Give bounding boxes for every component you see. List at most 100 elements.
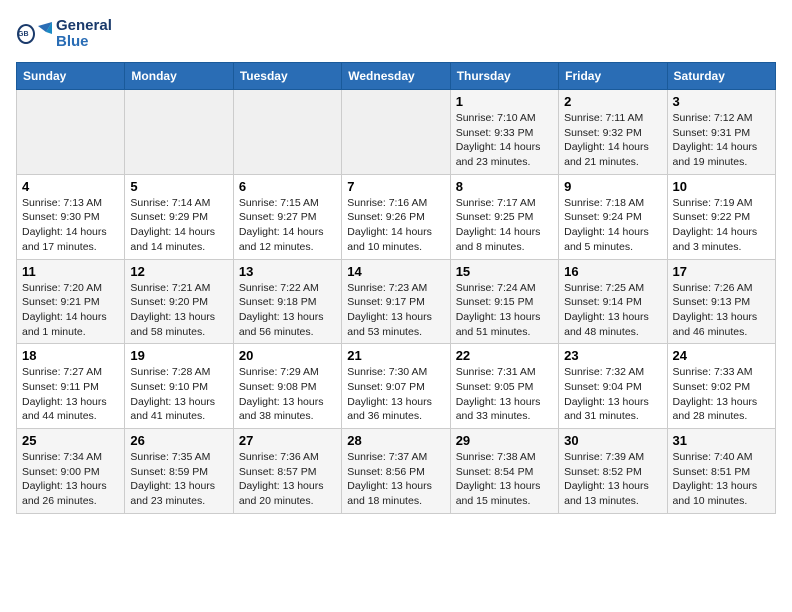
calendar-day-cell: 21 Sunrise: 7:30 AM Sunset: 9:07 PM Dayli… [342, 344, 450, 429]
calendar-day-cell: 7 Sunrise: 7:16 AM Sunset: 9:26 PM Daylig… [342, 174, 450, 259]
calendar-day-cell: 10 Sunrise: 7:19 AM Sunset: 9:22 PM Dayli… [667, 174, 775, 259]
day-info: Sunrise: 7:20 AM Sunset: 9:21 PM Dayligh… [22, 281, 119, 340]
day-info: Sunrise: 7:34 AM Sunset: 9:00 PM Dayligh… [22, 450, 119, 509]
day-number: 4 [22, 179, 119, 194]
calendar-day-cell: 5Sunrise: 7:14 AM Sunset: 9:29 PM Daylig… [125, 174, 233, 259]
day-info: Sunrise: 7:25 AM Sunset: 9:14 PM Dayligh… [564, 281, 661, 340]
calendar-day-cell: 25 Sunrise: 7:34 AM Sunset: 9:00 PM Dayli… [17, 429, 125, 514]
day-number: 23 [564, 348, 661, 363]
day-number: 11 [22, 264, 119, 279]
calendar-day-cell: 4 Sunrise: 7:13 AM Sunset: 9:30 PM Daylig… [17, 174, 125, 259]
day-number: 27 [239, 433, 336, 448]
day-number: 7 [347, 179, 444, 194]
day-info: Sunrise: 7:13 AM Sunset: 9:30 PM Dayligh… [22, 196, 119, 255]
calendar-day-cell: 31 Sunrise: 7:40 AM Sunset: 8:51 PM Dayli… [667, 429, 775, 514]
day-number: 28 [347, 433, 444, 448]
day-info: Sunrise: 7:39 AM Sunset: 8:52 PM Dayligh… [564, 450, 661, 509]
day-info: Sunrise: 7:16 AM Sunset: 9:26 PM Dayligh… [347, 196, 444, 255]
calendar-week-row: 1Sunrise: 7:10 AM Sunset: 9:33 PM Daylig… [17, 90, 776, 175]
calendar-day-cell [233, 90, 341, 175]
calendar-day-cell: 1Sunrise: 7:10 AM Sunset: 9:33 PM Daylig… [450, 90, 558, 175]
day-info: Sunrise: 7:19 AM Sunset: 9:22 PM Dayligh… [673, 196, 770, 255]
day-info: Sunrise: 7:40 AM Sunset: 8:51 PM Dayligh… [673, 450, 770, 509]
day-info: Sunrise: 7:28 AM Sunset: 9:10 PM Dayligh… [130, 365, 227, 424]
day-number: 3 [673, 94, 770, 109]
day-info: Sunrise: 7:12 AM Sunset: 9:31 PM Dayligh… [673, 111, 770, 170]
day-number: 29 [456, 433, 553, 448]
page-header: GB General Blue [16, 16, 776, 52]
weekday-header-sunday: Sunday [17, 63, 125, 90]
day-info: Sunrise: 7:35 AM Sunset: 8:59 PM Dayligh… [130, 450, 227, 509]
day-number: 18 [22, 348, 119, 363]
calendar-day-cell: 14 Sunrise: 7:23 AM Sunset: 9:17 PM Dayli… [342, 259, 450, 344]
day-number: 15 [456, 264, 553, 279]
calendar-day-cell: 6Sunrise: 7:15 AM Sunset: 9:27 PM Daylig… [233, 174, 341, 259]
calendar-week-row: 25 Sunrise: 7:34 AM Sunset: 9:00 PM Dayli… [17, 429, 776, 514]
day-info: Sunrise: 7:29 AM Sunset: 9:08 PM Dayligh… [239, 365, 336, 424]
calendar-day-cell: 9Sunrise: 7:18 AM Sunset: 9:24 PM Daylig… [559, 174, 667, 259]
day-number: 26 [130, 433, 227, 448]
calendar-day-cell: 20 Sunrise: 7:29 AM Sunset: 9:08 PM Dayli… [233, 344, 341, 429]
day-info: Sunrise: 7:23 AM Sunset: 9:17 PM Dayligh… [347, 281, 444, 340]
day-number: 17 [673, 264, 770, 279]
svg-text:GB: GB [18, 31, 29, 38]
day-info: Sunrise: 7:38 AM Sunset: 8:54 PM Dayligh… [456, 450, 553, 509]
calendar-day-cell: 19 Sunrise: 7:28 AM Sunset: 9:10 PM Dayli… [125, 344, 233, 429]
day-number: 25 [22, 433, 119, 448]
day-number: 30 [564, 433, 661, 448]
day-info: Sunrise: 7:30 AM Sunset: 9:07 PM Dayligh… [347, 365, 444, 424]
day-number: 13 [239, 264, 336, 279]
weekday-header-thursday: Thursday [450, 63, 558, 90]
calendar-day-cell: 30 Sunrise: 7:39 AM Sunset: 8:52 PM Dayli… [559, 429, 667, 514]
calendar-table: SundayMondayTuesdayWednesdayThursdayFrid… [16, 62, 776, 514]
day-number: 6 [239, 179, 336, 194]
day-info: Sunrise: 7:27 AM Sunset: 9:11 PM Dayligh… [22, 365, 119, 424]
day-info: Sunrise: 7:10 AM Sunset: 9:33 PM Dayligh… [456, 111, 553, 170]
day-info: Sunrise: 7:21 AM Sunset: 9:20 PM Dayligh… [130, 281, 227, 340]
weekday-header-monday: Monday [125, 63, 233, 90]
day-number: 9 [564, 179, 661, 194]
calendar-week-row: 4 Sunrise: 7:13 AM Sunset: 9:30 PM Daylig… [17, 174, 776, 259]
calendar-day-cell: 26 Sunrise: 7:35 AM Sunset: 8:59 PM Dayli… [125, 429, 233, 514]
day-number: 19 [130, 348, 227, 363]
calendar-day-cell: 16Sunrise: 7:25 AM Sunset: 9:14 PM Dayli… [559, 259, 667, 344]
day-number: 10 [673, 179, 770, 194]
calendar-day-cell: 17 Sunrise: 7:26 AM Sunset: 9:13 PM Dayli… [667, 259, 775, 344]
logo-bird-icon: GB [16, 16, 52, 52]
day-number: 14 [347, 264, 444, 279]
day-number: 21 [347, 348, 444, 363]
day-info: Sunrise: 7:17 AM Sunset: 9:25 PM Dayligh… [456, 196, 553, 255]
calendar-day-cell: 2Sunrise: 7:11 AM Sunset: 9:32 PM Daylig… [559, 90, 667, 175]
day-info: Sunrise: 7:22 AM Sunset: 9:18 PM Dayligh… [239, 281, 336, 340]
day-number: 31 [673, 433, 770, 448]
day-number: 2 [564, 94, 661, 109]
weekday-header-saturday: Saturday [667, 63, 775, 90]
day-number: 20 [239, 348, 336, 363]
day-info: Sunrise: 7:14 AM Sunset: 9:29 PM Dayligh… [130, 196, 227, 255]
calendar-day-cell: 28 Sunrise: 7:37 AM Sunset: 8:56 PM Dayli… [342, 429, 450, 514]
day-info: Sunrise: 7:37 AM Sunset: 8:56 PM Dayligh… [347, 450, 444, 509]
day-number: 24 [673, 348, 770, 363]
calendar-day-cell [342, 90, 450, 175]
day-number: 12 [130, 264, 227, 279]
day-info: Sunrise: 7:33 AM Sunset: 9:02 PM Dayligh… [673, 365, 770, 424]
calendar-day-cell: 23Sunrise: 7:32 AM Sunset: 9:04 PM Dayli… [559, 344, 667, 429]
calendar-day-cell [125, 90, 233, 175]
calendar-header-row: SundayMondayTuesdayWednesdayThursdayFrid… [17, 63, 776, 90]
calendar-day-cell: 27 Sunrise: 7:36 AM Sunset: 8:57 PM Dayli… [233, 429, 341, 514]
calendar-week-row: 11 Sunrise: 7:20 AM Sunset: 9:21 PM Dayli… [17, 259, 776, 344]
calendar-day-cell: 8Sunrise: 7:17 AM Sunset: 9:25 PM Daylig… [450, 174, 558, 259]
calendar-day-cell: 11 Sunrise: 7:20 AM Sunset: 9:21 PM Dayli… [17, 259, 125, 344]
calendar-day-cell: 18 Sunrise: 7:27 AM Sunset: 9:11 PM Dayli… [17, 344, 125, 429]
day-info: Sunrise: 7:26 AM Sunset: 9:13 PM Dayligh… [673, 281, 770, 340]
calendar-day-cell: 22Sunrise: 7:31 AM Sunset: 9:05 PM Dayli… [450, 344, 558, 429]
logo-name-general: General [56, 18, 112, 35]
calendar-week-row: 18 Sunrise: 7:27 AM Sunset: 9:11 PM Dayli… [17, 344, 776, 429]
day-info: Sunrise: 7:36 AM Sunset: 8:57 PM Dayligh… [239, 450, 336, 509]
calendar-day-cell: 24 Sunrise: 7:33 AM Sunset: 9:02 PM Dayli… [667, 344, 775, 429]
calendar-day-cell: 12 Sunrise: 7:21 AM Sunset: 9:20 PM Dayli… [125, 259, 233, 344]
logo: GB General Blue [16, 16, 112, 52]
day-info: Sunrise: 7:24 AM Sunset: 9:15 PM Dayligh… [456, 281, 553, 340]
day-info: Sunrise: 7:31 AM Sunset: 9:05 PM Dayligh… [456, 365, 553, 424]
weekday-header-friday: Friday [559, 63, 667, 90]
